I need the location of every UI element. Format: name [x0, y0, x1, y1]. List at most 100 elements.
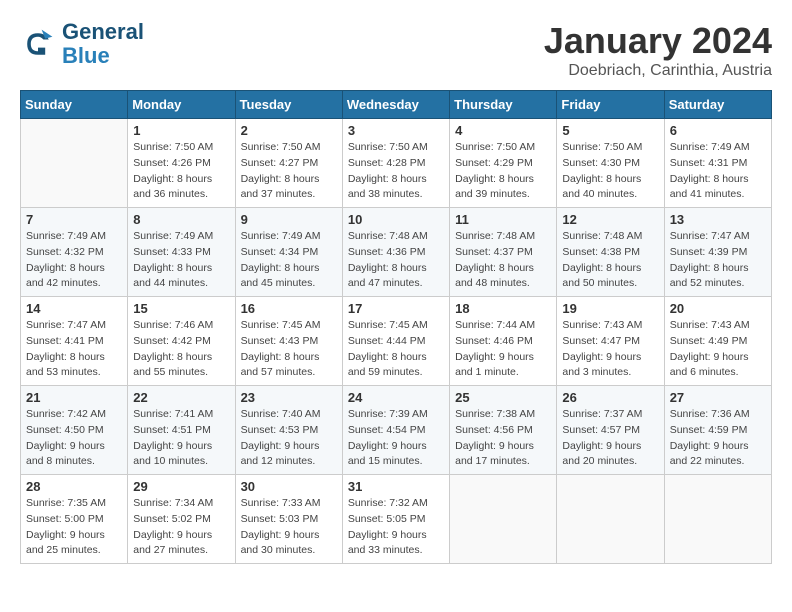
calendar-cell: 22 Sunrise: 7:41 AM Sunset: 4:51 PM Dayl… — [128, 386, 235, 475]
day-number: 3 — [348, 123, 444, 138]
day-number: 15 — [133, 301, 229, 316]
subtitle: Doebriach, Carinthia, Austria — [544, 62, 772, 80]
day-number: 1 — [133, 123, 229, 138]
calendar-cell: 3 Sunrise: 7:50 AM Sunset: 4:28 PM Dayli… — [342, 119, 449, 208]
day-number: 18 — [455, 301, 551, 316]
calendar-cell: 18 Sunrise: 7:44 AM Sunset: 4:46 PM Dayl… — [450, 297, 557, 386]
calendar-day-header: Monday — [128, 91, 235, 119]
day-number: 27 — [670, 390, 766, 405]
calendar-cell: 28 Sunrise: 7:35 AM Sunset: 5:00 PM Dayl… — [21, 475, 128, 564]
day-number: 17 — [348, 301, 444, 316]
day-number: 31 — [348, 479, 444, 494]
day-info: Sunrise: 7:37 AM Sunset: 4:57 PM Dayligh… — [562, 407, 658, 470]
day-number: 14 — [26, 301, 122, 316]
day-info: Sunrise: 7:38 AM Sunset: 4:56 PM Dayligh… — [455, 407, 551, 470]
calendar-cell: 13 Sunrise: 7:47 AM Sunset: 4:39 PM Dayl… — [664, 208, 771, 297]
calendar-cell: 5 Sunrise: 7:50 AM Sunset: 4:30 PM Dayli… — [557, 119, 664, 208]
day-number: 23 — [241, 390, 337, 405]
day-info: Sunrise: 7:46 AM Sunset: 4:42 PM Dayligh… — [133, 318, 229, 381]
day-number: 12 — [562, 212, 658, 227]
day-info: Sunrise: 7:47 AM Sunset: 4:39 PM Dayligh… — [670, 229, 766, 292]
day-info: Sunrise: 7:35 AM Sunset: 5:00 PM Dayligh… — [26, 496, 122, 559]
day-info: Sunrise: 7:45 AM Sunset: 4:44 PM Dayligh… — [348, 318, 444, 381]
day-info: Sunrise: 7:49 AM Sunset: 4:32 PM Dayligh… — [26, 229, 122, 292]
day-number: 7 — [26, 212, 122, 227]
calendar-day-header: Friday — [557, 91, 664, 119]
calendar-cell: 27 Sunrise: 7:36 AM Sunset: 4:59 PM Dayl… — [664, 386, 771, 475]
day-number: 8 — [133, 212, 229, 227]
calendar-week-row: 28 Sunrise: 7:35 AM Sunset: 5:00 PM Dayl… — [21, 475, 772, 564]
day-info: Sunrise: 7:33 AM Sunset: 5:03 PM Dayligh… — [241, 496, 337, 559]
day-info: Sunrise: 7:50 AM Sunset: 4:29 PM Dayligh… — [455, 140, 551, 203]
calendar-cell: 26 Sunrise: 7:37 AM Sunset: 4:57 PM Dayl… — [557, 386, 664, 475]
calendar-cell — [664, 475, 771, 564]
day-info: Sunrise: 7:43 AM Sunset: 4:47 PM Dayligh… — [562, 318, 658, 381]
day-number: 9 — [241, 212, 337, 227]
day-number: 29 — [133, 479, 229, 494]
day-number: 19 — [562, 301, 658, 316]
calendar-week-row: 1 Sunrise: 7:50 AM Sunset: 4:26 PM Dayli… — [21, 119, 772, 208]
day-number: 6 — [670, 123, 766, 138]
calendar-cell: 12 Sunrise: 7:48 AM Sunset: 4:38 PM Dayl… — [557, 208, 664, 297]
logo-text: General Blue — [62, 20, 144, 68]
calendar-cell: 23 Sunrise: 7:40 AM Sunset: 4:53 PM Dayl… — [235, 386, 342, 475]
day-info: Sunrise: 7:48 AM Sunset: 4:36 PM Dayligh… — [348, 229, 444, 292]
calendar-cell: 7 Sunrise: 7:49 AM Sunset: 4:32 PM Dayli… — [21, 208, 128, 297]
day-info: Sunrise: 7:49 AM Sunset: 4:33 PM Dayligh… — [133, 229, 229, 292]
day-info: Sunrise: 7:41 AM Sunset: 4:51 PM Dayligh… — [133, 407, 229, 470]
day-number: 25 — [455, 390, 551, 405]
calendar-cell: 21 Sunrise: 7:42 AM Sunset: 4:50 PM Dayl… — [21, 386, 128, 475]
day-number: 30 — [241, 479, 337, 494]
calendar-cell: 16 Sunrise: 7:45 AM Sunset: 4:43 PM Dayl… — [235, 297, 342, 386]
day-number: 4 — [455, 123, 551, 138]
calendar-cell: 14 Sunrise: 7:47 AM Sunset: 4:41 PM Dayl… — [21, 297, 128, 386]
calendar-cell — [21, 119, 128, 208]
day-number: 16 — [241, 301, 337, 316]
calendar-cell: 15 Sunrise: 7:46 AM Sunset: 4:42 PM Dayl… — [128, 297, 235, 386]
day-number: 20 — [670, 301, 766, 316]
calendar-week-row: 21 Sunrise: 7:42 AM Sunset: 4:50 PM Dayl… — [21, 386, 772, 475]
day-info: Sunrise: 7:45 AM Sunset: 4:43 PM Dayligh… — [241, 318, 337, 381]
day-number: 24 — [348, 390, 444, 405]
calendar-cell: 31 Sunrise: 7:32 AM Sunset: 5:05 PM Dayl… — [342, 475, 449, 564]
day-info: Sunrise: 7:49 AM Sunset: 4:31 PM Dayligh… — [670, 140, 766, 203]
page-header: General Blue January 2024 Doebriach, Car… — [20, 20, 772, 80]
calendar-cell: 25 Sunrise: 7:38 AM Sunset: 4:56 PM Dayl… — [450, 386, 557, 475]
day-info: Sunrise: 7:48 AM Sunset: 4:37 PM Dayligh… — [455, 229, 551, 292]
title-block: January 2024 Doebriach, Carinthia, Austr… — [544, 20, 772, 80]
calendar-day-header: Tuesday — [235, 91, 342, 119]
logo: General Blue — [20, 20, 144, 68]
main-title: January 2024 — [544, 20, 772, 62]
day-info: Sunrise: 7:42 AM Sunset: 4:50 PM Dayligh… — [26, 407, 122, 470]
calendar-cell: 19 Sunrise: 7:43 AM Sunset: 4:47 PM Dayl… — [557, 297, 664, 386]
day-info: Sunrise: 7:48 AM Sunset: 4:38 PM Dayligh… — [562, 229, 658, 292]
day-number: 28 — [26, 479, 122, 494]
day-number: 10 — [348, 212, 444, 227]
calendar-day-header: Saturday — [664, 91, 771, 119]
calendar-day-header: Wednesday — [342, 91, 449, 119]
logo-icon — [20, 26, 56, 62]
calendar-day-header: Sunday — [21, 91, 128, 119]
day-info: Sunrise: 7:50 AM Sunset: 4:30 PM Dayligh… — [562, 140, 658, 203]
calendar-day-header: Thursday — [450, 91, 557, 119]
calendar-week-row: 14 Sunrise: 7:47 AM Sunset: 4:41 PM Dayl… — [21, 297, 772, 386]
day-info: Sunrise: 7:50 AM Sunset: 4:28 PM Dayligh… — [348, 140, 444, 203]
calendar-cell: 9 Sunrise: 7:49 AM Sunset: 4:34 PM Dayli… — [235, 208, 342, 297]
day-number: 21 — [26, 390, 122, 405]
day-number: 26 — [562, 390, 658, 405]
day-number: 11 — [455, 212, 551, 227]
day-info: Sunrise: 7:50 AM Sunset: 4:26 PM Dayligh… — [133, 140, 229, 203]
calendar-cell: 24 Sunrise: 7:39 AM Sunset: 4:54 PM Dayl… — [342, 386, 449, 475]
day-info: Sunrise: 7:44 AM Sunset: 4:46 PM Dayligh… — [455, 318, 551, 381]
calendar-cell: 11 Sunrise: 7:48 AM Sunset: 4:37 PM Dayl… — [450, 208, 557, 297]
calendar-cell: 20 Sunrise: 7:43 AM Sunset: 4:49 PM Dayl… — [664, 297, 771, 386]
day-info: Sunrise: 7:50 AM Sunset: 4:27 PM Dayligh… — [241, 140, 337, 203]
calendar-cell: 6 Sunrise: 7:49 AM Sunset: 4:31 PM Dayli… — [664, 119, 771, 208]
calendar-cell: 4 Sunrise: 7:50 AM Sunset: 4:29 PM Dayli… — [450, 119, 557, 208]
calendar-table: SundayMondayTuesdayWednesdayThursdayFrid… — [20, 90, 772, 564]
day-info: Sunrise: 7:34 AM Sunset: 5:02 PM Dayligh… — [133, 496, 229, 559]
calendar-cell: 30 Sunrise: 7:33 AM Sunset: 5:03 PM Dayl… — [235, 475, 342, 564]
day-info: Sunrise: 7:47 AM Sunset: 4:41 PM Dayligh… — [26, 318, 122, 381]
calendar-cell: 1 Sunrise: 7:50 AM Sunset: 4:26 PM Dayli… — [128, 119, 235, 208]
day-info: Sunrise: 7:36 AM Sunset: 4:59 PM Dayligh… — [670, 407, 766, 470]
